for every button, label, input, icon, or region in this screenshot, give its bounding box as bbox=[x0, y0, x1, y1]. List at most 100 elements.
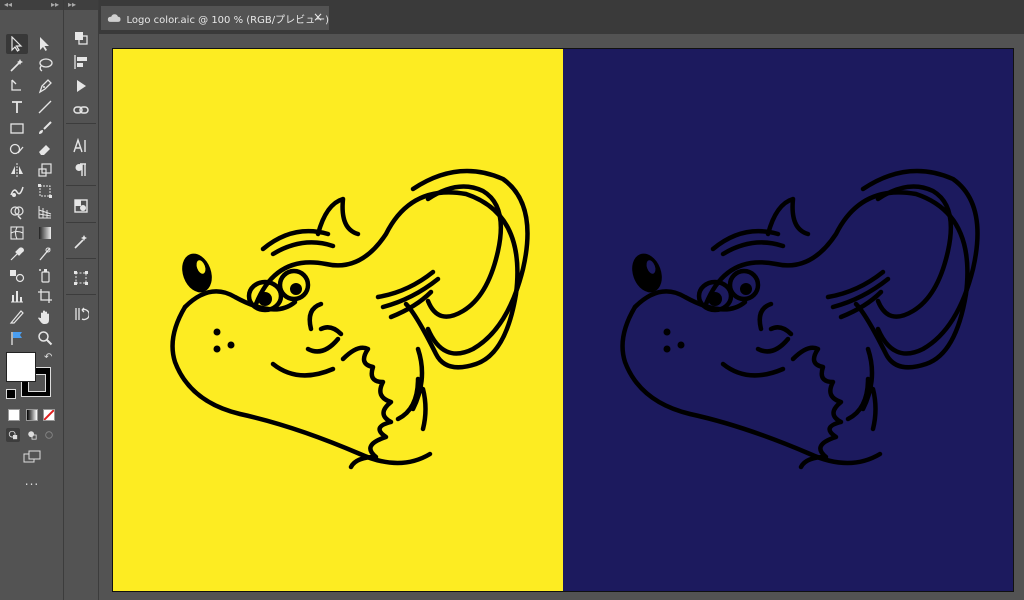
blend-icon bbox=[10, 270, 25, 283]
brushes-panel-button[interactable] bbox=[71, 232, 91, 252]
rectangle-icon bbox=[10, 123, 24, 134]
shaper-icon bbox=[9, 143, 24, 155]
actions-panel-button[interactable] bbox=[71, 76, 91, 96]
pen-icon bbox=[38, 79, 52, 94]
eraser-icon bbox=[39, 145, 50, 155]
type-icon bbox=[12, 101, 22, 113]
shape-builder-icon bbox=[10, 206, 24, 220]
default-fill-stroke-icon[interactable] bbox=[6, 389, 16, 399]
brush-sparkle-icon bbox=[74, 235, 87, 249]
panel-divider bbox=[66, 222, 96, 223]
symbol-sprayer-tool[interactable] bbox=[34, 265, 56, 285]
play-icon bbox=[77, 80, 86, 92]
swap-fill-stroke-icon[interactable]: ↶ bbox=[44, 352, 52, 363]
logo-rat-yellow[interactable] bbox=[113, 49, 563, 591]
collapse-left[interactable]: ◂◂ bbox=[4, 0, 12, 10]
shaper-tool[interactable] bbox=[6, 139, 28, 159]
direct-selection-tool[interactable] bbox=[34, 34, 56, 54]
eyedropper-icon bbox=[10, 247, 24, 261]
draw-inside-button[interactable] bbox=[42, 428, 56, 442]
gradient-icon bbox=[39, 227, 51, 239]
perspective-grid-tool[interactable] bbox=[34, 202, 56, 222]
warp-tool[interactable] bbox=[6, 181, 28, 201]
direct-selection-icon bbox=[40, 37, 49, 51]
panel-divider bbox=[66, 258, 96, 259]
collapse-right[interactable]: ▸▸ bbox=[51, 0, 59, 10]
magic-wand-icon bbox=[10, 59, 23, 72]
transform-panel-button[interactable] bbox=[71, 268, 91, 288]
document-tab-bar: Logo color.aic @ 100 % (RGB/プレビュー) × bbox=[99, 0, 1024, 34]
flag-icon bbox=[11, 332, 22, 345]
eyedropper-tool[interactable] bbox=[6, 244, 28, 264]
selection-tool[interactable] bbox=[6, 34, 28, 54]
document-tab[interactable]: Logo color.aic @ 100 % (RGB/プレビュー) × bbox=[101, 6, 329, 30]
magic-wand-tool[interactable] bbox=[6, 55, 28, 75]
toggle-screen-mode[interactable] bbox=[6, 328, 28, 348]
logo-rat-navy[interactable] bbox=[563, 49, 1013, 591]
gradient-tool[interactable] bbox=[34, 223, 56, 243]
scale-tool[interactable] bbox=[34, 160, 56, 180]
line-segment-tool[interactable] bbox=[34, 97, 56, 117]
hand-tool[interactable] bbox=[34, 307, 56, 327]
measure-tool[interactable] bbox=[34, 244, 56, 264]
color-mode-button[interactable] bbox=[8, 409, 20, 421]
mesh-icon bbox=[10, 226, 24, 240]
transform-icon bbox=[74, 271, 88, 285]
eraser-tool[interactable] bbox=[34, 139, 56, 159]
fill-swatch[interactable] bbox=[6, 352, 36, 382]
type-tool[interactable] bbox=[6, 97, 28, 117]
mesh-tool[interactable] bbox=[6, 223, 28, 243]
pen-tool[interactable] bbox=[34, 76, 56, 96]
rectangle-tool[interactable] bbox=[6, 118, 28, 138]
tools-panel-grip[interactable]: ◂◂ ▸▸ bbox=[0, 0, 63, 10]
character-icon bbox=[73, 138, 86, 153]
artboard-tool[interactable] bbox=[34, 286, 56, 306]
panel-divider bbox=[66, 123, 96, 124]
change-screen-mode-button[interactable] bbox=[22, 449, 42, 465]
draw-behind-icon bbox=[28, 431, 37, 440]
none-mode-button[interactable] bbox=[43, 409, 55, 421]
character-panel-button[interactable] bbox=[71, 136, 91, 156]
edit-toolbar-button[interactable]: ... bbox=[22, 474, 42, 488]
draw-inside-icon bbox=[45, 431, 53, 439]
pathfinder-panel-button[interactable] bbox=[71, 28, 91, 48]
anchor-point-tool[interactable] bbox=[6, 76, 28, 96]
warp-icon bbox=[10, 186, 24, 197]
measure-icon bbox=[39, 247, 51, 261]
draw-normal-button[interactable] bbox=[6, 428, 20, 442]
reflect-icon bbox=[11, 163, 23, 177]
panel-dock-grip[interactable]: ▸▸ bbox=[64, 0, 98, 10]
transparency-panel-button[interactable] bbox=[71, 196, 91, 216]
align-icon bbox=[74, 55, 87, 69]
links-panel-button[interactable] bbox=[71, 100, 91, 120]
zoom-tool[interactable] bbox=[34, 328, 56, 348]
slice-tool[interactable] bbox=[6, 307, 28, 327]
paragraph-panel-button[interactable] bbox=[71, 160, 91, 180]
lasso-tool[interactable] bbox=[34, 55, 56, 75]
lasso-icon bbox=[39, 58, 53, 72]
screen-mode-icon bbox=[23, 450, 41, 463]
scale-icon bbox=[38, 163, 52, 177]
column-graph-tool[interactable] bbox=[6, 286, 28, 306]
selection-arrow-icon bbox=[11, 36, 23, 52]
paintbrush-icon bbox=[39, 121, 52, 134]
free-transform-tool[interactable] bbox=[34, 181, 56, 201]
perspective-grid-icon bbox=[38, 206, 52, 219]
artboard[interactable] bbox=[112, 48, 1014, 592]
anchor-point-icon bbox=[11, 79, 21, 91]
paintbrush-tool[interactable] bbox=[34, 118, 56, 138]
blend-tool[interactable] bbox=[6, 265, 28, 285]
free-transform-icon bbox=[38, 184, 52, 198]
align-panel-button[interactable] bbox=[71, 52, 91, 72]
link-icon bbox=[73, 106, 89, 114]
canvas-area[interactable] bbox=[99, 34, 1024, 600]
history-panel-button[interactable] bbox=[71, 304, 91, 324]
symbol-sprayer-icon bbox=[39, 269, 50, 283]
shape-builder-tool[interactable] bbox=[6, 202, 28, 222]
close-tab-button[interactable]: × bbox=[313, 10, 323, 24]
slice-icon bbox=[9, 310, 24, 324]
gradient-mode-button[interactable] bbox=[26, 409, 38, 421]
draw-normal-icon bbox=[8, 430, 18, 440]
draw-behind-button[interactable] bbox=[25, 428, 39, 442]
reflect-tool[interactable] bbox=[6, 160, 28, 180]
